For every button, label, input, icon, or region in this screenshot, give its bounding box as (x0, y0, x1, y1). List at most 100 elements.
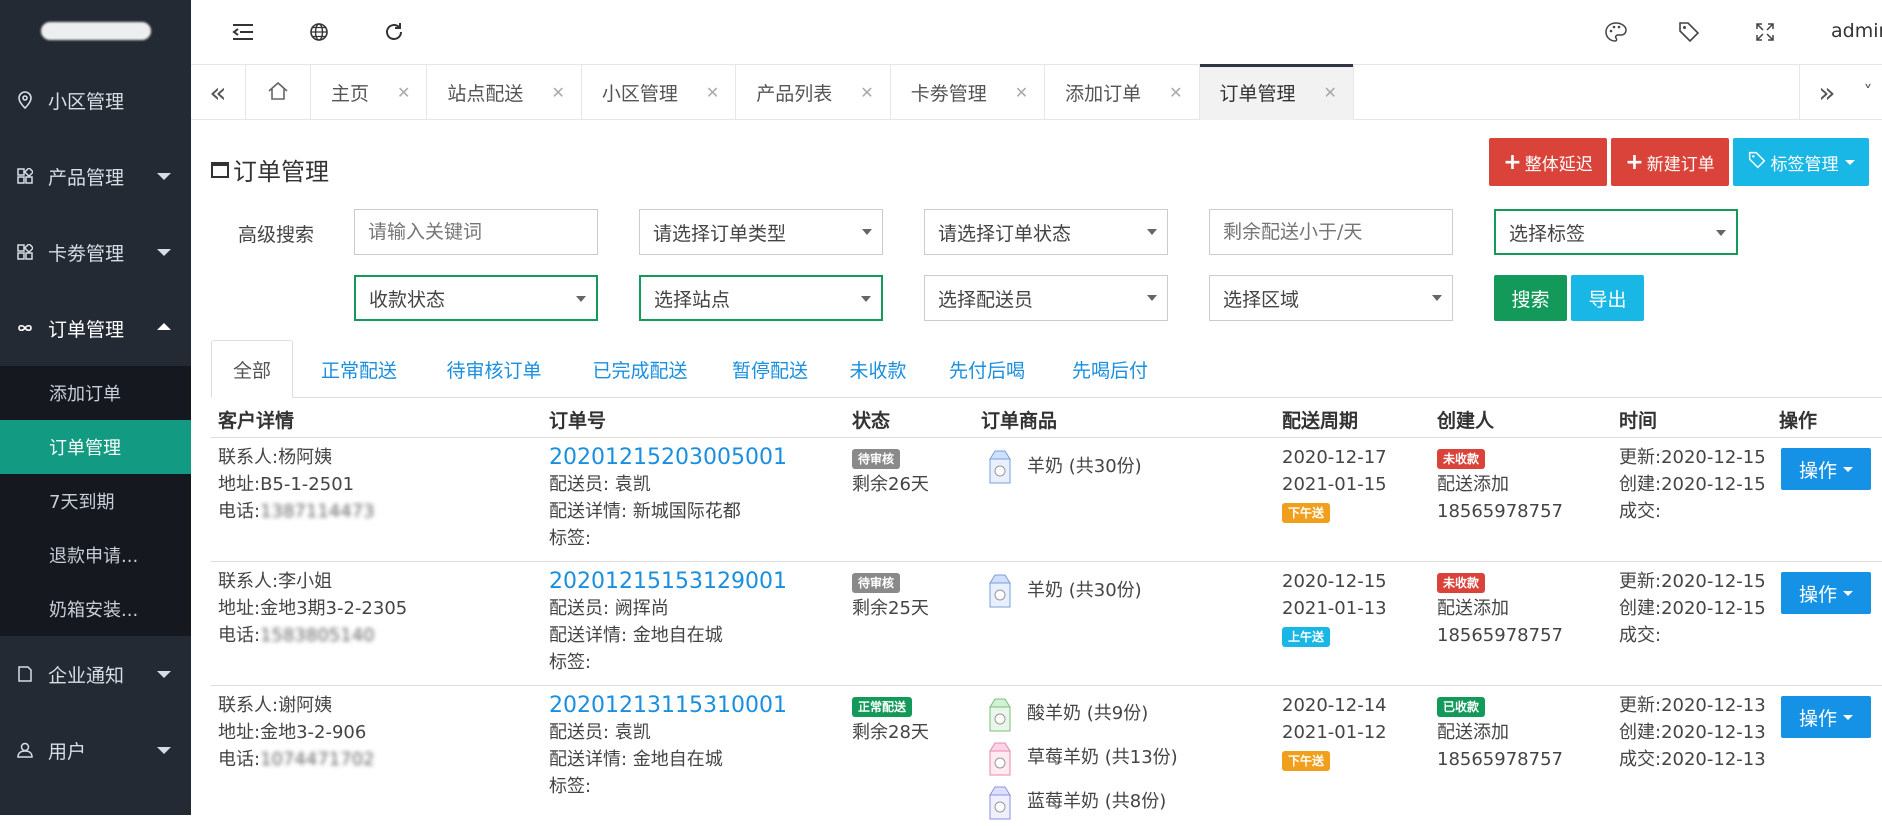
submenu-item-milkbox[interactable]: 奶箱安装... (0, 582, 191, 636)
order-tab-prepaid[interactable]: 先付后喝 (931, 340, 1043, 398)
button-label: 新建订单 (1646, 154, 1715, 175)
submenu-item-refund[interactable]: 退款申请... (0, 528, 191, 582)
row-actions-button[interactable]: 操作 (1781, 696, 1871, 738)
export-button[interactable]: 导出 (1571, 275, 1644, 321)
select-value: 选择标签 (1509, 222, 1586, 245)
payment-status-select[interactable]: 收款状态 (354, 275, 598, 321)
sidebar-item-orders[interactable]: 订单管理 (0, 290, 191, 366)
menu-collapse-icon[interactable] (231, 20, 255, 44)
milk-carton-icon (989, 574, 1011, 608)
close-icon[interactable]: ✕ (1324, 83, 1337, 102)
tag-manage-button[interactable]: 标签管理 (1733, 138, 1869, 186)
row-actions-button[interactable]: 操作 (1781, 572, 1871, 614)
courier-select[interactable]: 选择配送员 (924, 275, 1168, 321)
tab-coupons[interactable]: 卡劵管理 ✕ (891, 65, 1046, 120)
tab-label: 小区管理 (601, 83, 678, 105)
remaining-days-input[interactable] (1209, 209, 1453, 255)
submenu-item-order-manage[interactable]: 订单管理 (0, 420, 191, 474)
close-icon[interactable]: ✕ (1169, 83, 1182, 102)
tab-add-order[interactable]: 添加订单 ✕ (1045, 65, 1200, 120)
close-icon[interactable]: ✕ (397, 83, 410, 102)
row-actions-button[interactable]: 操作 (1781, 448, 1871, 490)
order-status-select[interactable]: 请选择订单状态 (924, 209, 1168, 255)
refresh-icon[interactable] (382, 20, 406, 44)
tab-station-delivery[interactable]: 站点配送 ✕ (427, 65, 582, 120)
order-filter-tabs: 全部 正常配送 待审核订单 已完成配送 暂停配送 未收款 先付后喝 先喝后付 (211, 340, 1882, 398)
order-tab-paused[interactable]: 暂停配送 (714, 340, 826, 398)
order-number-link[interactable]: 20201213115310001 (549, 692, 787, 719)
fullscreen-icon[interactable] (1753, 20, 1777, 44)
table-header: 客户详情 订单号 状态 订单商品 配送周期 创建人 时间 操作 (211, 398, 1882, 438)
tab-order-manage[interactable]: 订单管理 ✕ (1199, 64, 1354, 120)
tabs-dropdown-icon[interactable]: ˅ (1854, 65, 1882, 120)
customer-cell: 联系人:谢阿姨 地址:金地3-2-906 电话:1074471702 (218, 692, 375, 773)
tabs-scroll-right-icon[interactable]: » (1799, 65, 1854, 120)
submenu-item-add-order[interactable]: 添加订单 (0, 366, 191, 420)
order-type-select[interactable]: 请选择订单类型 (639, 209, 883, 255)
tab-community[interactable]: 小区管理 ✕ (582, 65, 737, 120)
creator-cell: 未收款 配送添加 18565978757 (1437, 444, 1563, 525)
creator-cell: 已收款 配送添加 18565978757 (1437, 692, 1563, 773)
tab-label: 主页 (331, 83, 370, 105)
created-time: 创建:2020-12-13 (1619, 722, 1766, 743)
submenu-item-7day-expire[interactable]: 7天到期 (0, 474, 191, 528)
col-actions: 操作 (1779, 410, 1818, 432)
product-name: 草莓羊奶 (共13份) (1027, 747, 1178, 768)
order-number-link[interactable]: 20201215153129001 (549, 568, 787, 595)
sidebar-item-products[interactable]: 产品管理 (0, 138, 191, 214)
sidebar-item-users[interactable]: 用户 (0, 712, 191, 788)
new-order-button[interactable]: + 新建订单 (1611, 138, 1729, 186)
station-select[interactable]: 选择站点 (639, 275, 883, 321)
caret-down-icon (1147, 229, 1157, 235)
order-tab-unpaid[interactable]: 未收款 (834, 340, 922, 398)
order-tab-all[interactable]: 全部 (211, 340, 293, 398)
chevron-down-icon (157, 173, 171, 180)
start-date: 2020-12-15 (1282, 571, 1387, 592)
creator: 配送添加 (1437, 474, 1509, 495)
col-order-no: 订单号 (549, 410, 607, 432)
address: 地址:金地3-2-906 (218, 722, 367, 743)
product-item: 草莓羊奶 (共13份) (981, 736, 1178, 780)
delay-all-button[interactable]: + 整体延迟 (1489, 138, 1607, 186)
tag-icon[interactable] (1677, 20, 1701, 44)
updated-time: 更新:2020-12-15 (1619, 447, 1766, 468)
caret-down-icon (862, 229, 872, 235)
order-tab-postpaid[interactable]: 先喝后付 (1054, 340, 1166, 398)
end-date: 2021-01-15 (1282, 474, 1387, 495)
tag-select[interactable]: 选择标签 (1494, 209, 1738, 255)
tab-home[interactable] (246, 65, 311, 120)
milk-carton-icon (989, 786, 1011, 820)
close-icon[interactable]: ✕ (706, 83, 719, 102)
order-tab-normal[interactable]: 正常配送 (309, 340, 409, 398)
order-tab-pending[interactable]: 待审核订单 (429, 340, 559, 398)
sidebar-item-notices[interactable]: 企业通知 (0, 636, 191, 712)
page-tabs: « 主页 ✕ 站点配送 ✕ 小区管理 ✕ 产品列表 ✕ 卡劵管理 ✕ 添加订单 ✕ 订单管理… (191, 64, 1882, 120)
close-icon[interactable]: ✕ (1015, 83, 1028, 102)
customer-cell: 联系人:李小姐 地址:金地3期3-2-2305 电话:1583805140 (218, 568, 407, 649)
payment-badge: 已收款 (1437, 697, 1486, 717)
tab-product-list[interactable]: 产品列表 ✕ (736, 65, 891, 120)
tabs-scroll-left-icon[interactable]: « (191, 65, 246, 120)
palette-icon[interactable] (1604, 20, 1628, 44)
close-icon[interactable]: ✕ (860, 83, 873, 102)
sidebar-item-coupons[interactable]: 卡劵管理 (0, 214, 191, 290)
sidebar-item-community[interactable]: 小区管理 (0, 62, 191, 138)
globe-icon[interactable] (307, 20, 331, 44)
order-tab-completed[interactable]: 已完成配送 (575, 340, 705, 398)
search-button[interactable]: 搜索 (1494, 275, 1567, 321)
button-label: 整体延迟 (1524, 154, 1593, 175)
user-menu[interactable]: admin (1831, 20, 1882, 42)
keyword-input[interactable] (354, 209, 598, 255)
order-number-link[interactable]: 20201215203005001 (549, 444, 787, 471)
tags: 标签: (549, 776, 592, 797)
page-title-text: 订单管理 (233, 158, 329, 186)
tab-main[interactable]: 主页 ✕ (311, 65, 428, 120)
chevron-up-icon (157, 323, 171, 330)
home-icon (267, 81, 289, 105)
close-icon[interactable]: ✕ (551, 83, 564, 102)
product-item: 羊奶 (共30份) (981, 568, 1142, 612)
area-select[interactable]: 选择区域 (1209, 275, 1453, 321)
sidebar-item-label: 小区管理 (48, 90, 125, 113)
grid-icon (16, 243, 34, 261)
created-time: 创建:2020-12-15 (1619, 598, 1766, 619)
